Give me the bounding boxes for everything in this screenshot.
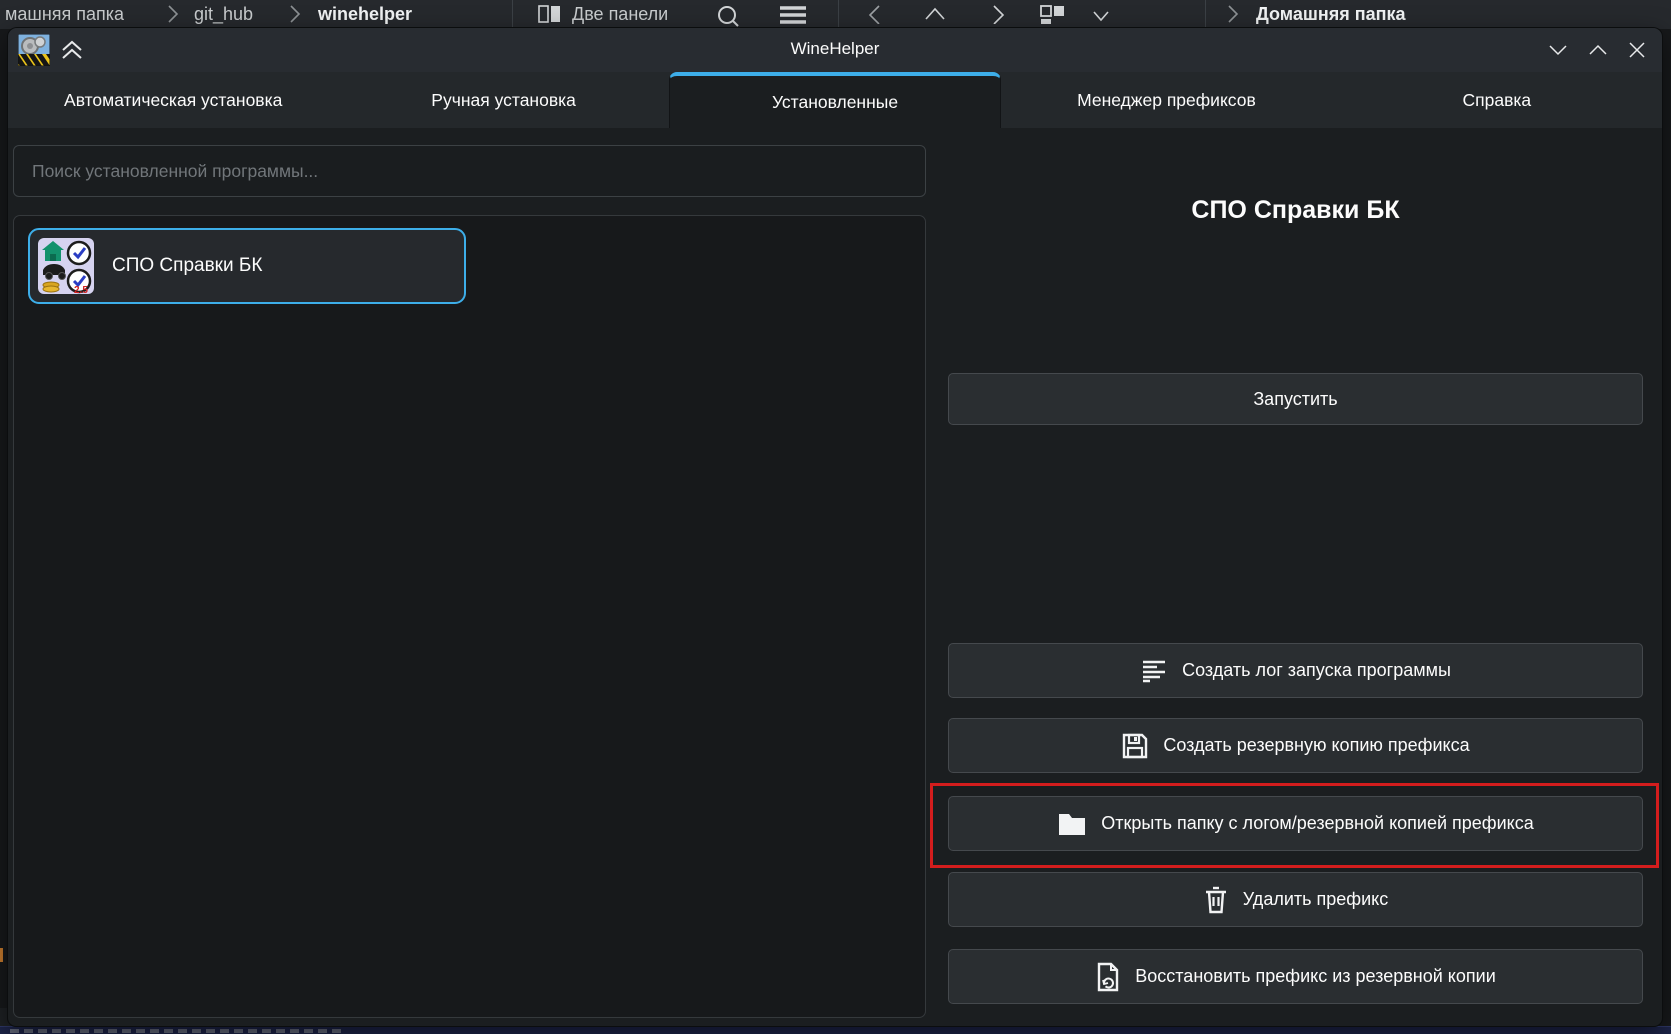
toolbar-divider bbox=[1205, 0, 1206, 29]
launch-button[interactable]: Запустить bbox=[948, 373, 1643, 425]
search-input[interactable] bbox=[13, 145, 926, 197]
installed-programs-list: 2.5 СПО Справки БК bbox=[13, 215, 926, 1018]
toolbar-divider bbox=[838, 0, 839, 29]
folder-icon bbox=[1057, 811, 1087, 837]
statusbar-clipped-text bbox=[10, 1029, 345, 1033]
tab-help[interactable]: Справка bbox=[1332, 72, 1662, 128]
create-backup-label: Создать резервную копию префикса bbox=[1163, 735, 1469, 756]
view-mode-icon[interactable] bbox=[1040, 4, 1066, 24]
breadcrumb-winehelper[interactable]: winehelper bbox=[318, 4, 412, 25]
breadcrumb-home-clipped[interactable]: машняя папка bbox=[5, 4, 124, 25]
selected-program-title: СПО Справки БК bbox=[948, 196, 1643, 225]
launch-button-label: Запустить bbox=[1253, 389, 1337, 410]
breadcrumb-home-right[interactable]: Домашняя папка bbox=[1256, 4, 1406, 25]
background-artifact bbox=[0, 948, 3, 962]
chevron-down-icon[interactable] bbox=[1092, 8, 1110, 26]
maximize-icon[interactable] bbox=[1588, 42, 1608, 58]
minimize-icon[interactable] bbox=[1548, 42, 1568, 58]
titlebar[interactable]: WineHelper bbox=[8, 28, 1662, 72]
restore-prefix-button[interactable]: Восстановить префикс из резервной копии bbox=[948, 949, 1643, 1004]
hamburger-menu-icon[interactable] bbox=[778, 4, 808, 26]
background-filemanager-toolbar: машняя папка git_hub winehelper Две пане… bbox=[0, 0, 1671, 29]
split-view-label[interactable]: Две панели bbox=[572, 4, 668, 25]
create-log-label: Создать лог запуска программы bbox=[1182, 660, 1451, 681]
log-lines-icon bbox=[1140, 657, 1168, 685]
breadcrumb-separator-icon bbox=[1226, 4, 1240, 24]
create-backup-button[interactable]: Создать резервную копию префикса bbox=[948, 718, 1643, 773]
up-icon[interactable] bbox=[924, 4, 946, 24]
close-icon[interactable] bbox=[1628, 42, 1646, 58]
delete-prefix-button[interactable]: Удалить префикс bbox=[948, 872, 1643, 927]
tab-installed[interactable]: Установленные bbox=[669, 72, 1001, 128]
create-log-button[interactable]: Создать лог запуска программы bbox=[948, 643, 1643, 698]
search-icon[interactable] bbox=[716, 4, 740, 28]
winehelper-window: WineHelper Автоматическая установка Ручн… bbox=[8, 28, 1662, 1026]
tabbar: Автоматическая установка Ручная установк… bbox=[8, 72, 1662, 128]
tab-prefix-manager[interactable]: Менеджер префиксов bbox=[1001, 72, 1331, 128]
list-item-spo-spravki-bk[interactable]: 2.5 СПО Справки БК bbox=[28, 228, 466, 304]
floppy-save-icon bbox=[1121, 732, 1149, 760]
trash-icon bbox=[1203, 885, 1229, 915]
program-name: СПО Справки БК bbox=[112, 255, 262, 277]
restore-prefix-label: Восстановить префикс из резервной копии bbox=[1135, 966, 1496, 987]
toolbar-divider bbox=[512, 0, 513, 29]
breadcrumb-separator-icon bbox=[288, 4, 302, 24]
restore-document-icon bbox=[1095, 962, 1121, 992]
breadcrumb-git-hub[interactable]: git_hub bbox=[194, 4, 253, 25]
screen: машняя папка git_hub winehelper Две пане… bbox=[0, 0, 1671, 1034]
window-title: WineHelper bbox=[8, 39, 1662, 59]
forward-icon[interactable] bbox=[990, 4, 1008, 24]
back-icon[interactable] bbox=[866, 4, 884, 24]
breadcrumb-separator-icon bbox=[166, 4, 180, 24]
tab-manual-install[interactable]: Ручная установка bbox=[338, 72, 668, 128]
open-folder-label: Открыть папку с логом/резервной копией п… bbox=[1101, 813, 1534, 834]
open-folder-button[interactable]: Открыть папку с логом/резервной копией п… bbox=[948, 796, 1643, 851]
svg-text:2.5: 2.5 bbox=[74, 285, 88, 294]
split-view-icon[interactable] bbox=[538, 4, 562, 24]
program-app-icon: 2.5 bbox=[38, 238, 94, 294]
delete-prefix-label: Удалить префикс bbox=[1243, 889, 1388, 910]
tab-auto-install[interactable]: Автоматическая установка bbox=[8, 72, 338, 128]
